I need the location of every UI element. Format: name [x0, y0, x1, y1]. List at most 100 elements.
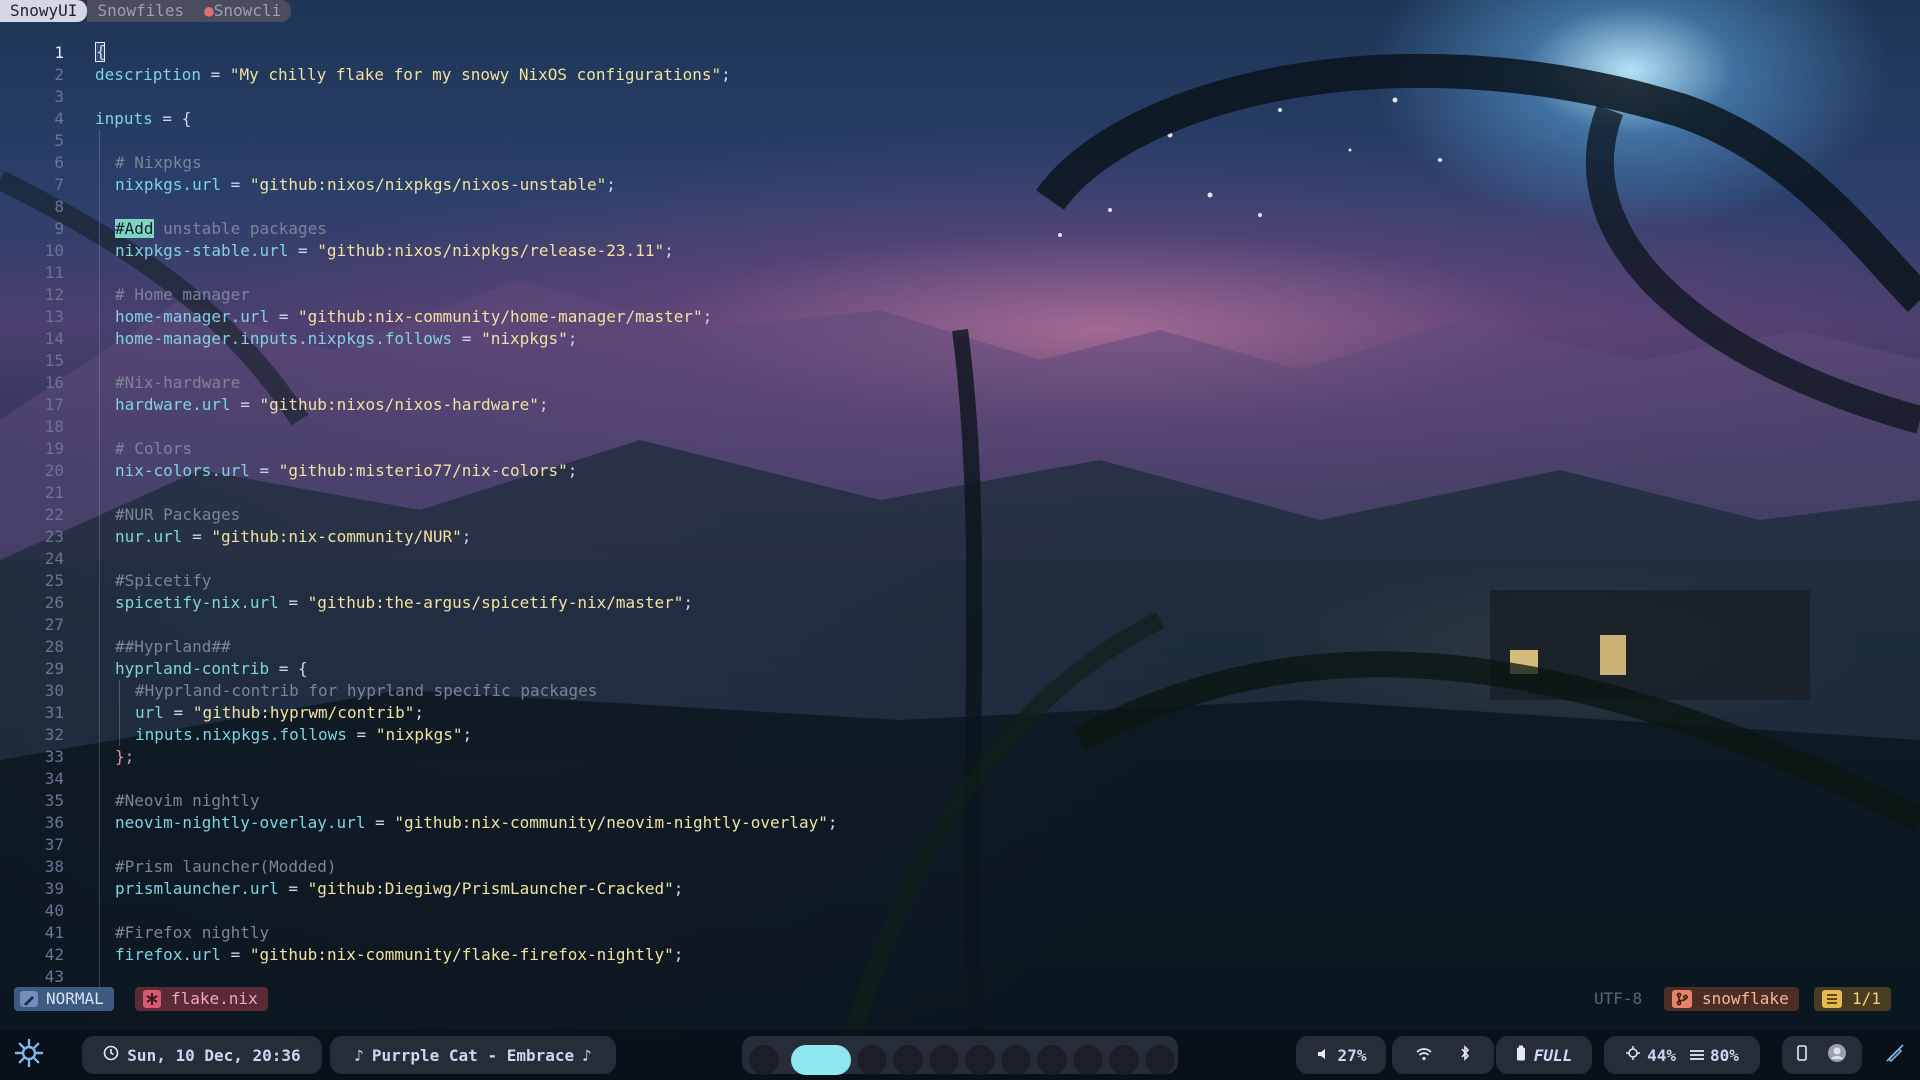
code-line: 12 # Home manager	[0, 284, 1000, 306]
string-value: "My chilly flake for my snowy NixOS conf…	[229, 65, 722, 84]
semicolon: ;	[827, 813, 838, 832]
line-number: 43	[44, 967, 64, 986]
line-number: 5	[54, 131, 64, 150]
search-highlight: #Add	[115, 219, 154, 238]
clock-icon	[103, 1045, 119, 1065]
settings-gear-icon	[14, 1038, 44, 1072]
code-line: 11	[0, 262, 1000, 284]
line-number: 8	[54, 197, 64, 216]
tab-label: Snowfiles	[97, 1, 185, 20]
media-widget[interactable]: ♪ Purrple Cat - Embrace ♪	[330, 1036, 616, 1074]
memory-icon	[1690, 1046, 1704, 1065]
code-line: 41 #Firefox nightly	[0, 922, 1000, 944]
semicolon: ;	[462, 725, 473, 744]
workspace-dot[interactable]	[1145, 1045, 1175, 1075]
workspace-dot[interactable]	[893, 1045, 923, 1075]
phone-icon[interactable]	[1797, 1045, 1807, 1065]
semicolon: ;	[538, 395, 549, 414]
workspace-dot[interactable]	[749, 1045, 779, 1075]
code-line: 40	[0, 900, 1000, 922]
string-value: "github:nixos/nixpkgs/nixos-unstable"	[249, 175, 607, 194]
attr-name: prismlauncher.url	[115, 879, 279, 898]
tab-snowyui[interactable]: SnowyUI	[0, 0, 88, 22]
cpu-stat[interactable]: 44%	[1625, 1045, 1676, 1065]
comment: ##Hyprland##	[115, 637, 231, 656]
git-branch-segment[interactable]: snowflake	[1664, 987, 1799, 1011]
tabline: SnowyUI Snowfiles ●Snowcli	[0, 0, 292, 22]
line-number: 13	[44, 307, 64, 326]
line-number: 41	[44, 923, 64, 942]
datetime-label: Sun, 10 Dec, 20:36	[127, 1045, 301, 1065]
tab-snowcli[interactable]: ●Snowcli	[194, 0, 292, 22]
nix-icon	[143, 990, 161, 1008]
file-name-segment[interactable]: flake.nix	[135, 987, 268, 1011]
semicolon: ;	[702, 307, 713, 326]
line-number: 7	[54, 175, 64, 194]
line-number: 26	[44, 593, 64, 612]
workspace-dot[interactable]	[929, 1045, 959, 1075]
string-value: "nixpkgs"	[375, 725, 463, 744]
code-line: 35 #Neovim nightly	[0, 790, 1000, 812]
memory-usage: 80%	[1710, 1045, 1739, 1065]
line-number: 37	[44, 835, 64, 854]
launcher-button[interactable]	[0, 1036, 58, 1074]
workspace-dot[interactable]	[857, 1045, 887, 1075]
comment: # Nixpkgs	[115, 153, 202, 172]
line-number: 24	[44, 549, 64, 568]
code-editor[interactable]: 1{ 2 description = "My chilly flake for m…	[0, 42, 1000, 988]
comment: #Firefox nightly	[115, 923, 270, 942]
operator: =	[182, 527, 212, 546]
line-number: 10	[44, 241, 64, 260]
workspace-dot[interactable]	[1037, 1045, 1067, 1075]
bluetooth-icon[interactable]	[1460, 1045, 1470, 1065]
wifi-icon[interactable]	[1416, 1046, 1432, 1065]
line-number: 36	[44, 813, 64, 832]
volume-icon	[1316, 1046, 1330, 1065]
clock-widget[interactable]: Sun, 10 Dec, 20:36	[82, 1036, 322, 1074]
volume-level: 27%	[1337, 1045, 1367, 1065]
code-line: 37	[0, 834, 1000, 856]
code-line: 38 #Prism launcher(Modded)	[0, 856, 1000, 878]
code-line: 4 inputs = {	[0, 108, 1000, 130]
battery-status: FULL	[1533, 1045, 1573, 1065]
workspace-dot[interactable]	[1073, 1045, 1103, 1075]
line-number: 17	[44, 395, 64, 414]
semicolon: ;	[414, 703, 425, 722]
attr-name: url	[135, 703, 164, 722]
notification-button[interactable]	[1872, 1036, 1918, 1074]
semicolon: ;	[567, 461, 578, 480]
workspace-dot[interactable]	[1001, 1045, 1031, 1075]
comment: #Hyprland-contrib for hyprland specific …	[135, 681, 598, 700]
attr-name: neovim-nightly-overlay.url	[115, 813, 366, 832]
battery-widget[interactable]: FULL	[1496, 1036, 1592, 1074]
code-line: 42 firefox.url = "github:nix-community/fl…	[0, 944, 1000, 966]
workspace-dot[interactable]	[965, 1045, 995, 1075]
code-line: 10 nixpkgs-stable.url = "github:nixos/nix…	[0, 240, 1000, 262]
line-number: 33	[44, 747, 64, 766]
code-line: 19 # Colors	[0, 438, 1000, 460]
operator: =	[249, 461, 279, 480]
operator: =	[220, 945, 250, 964]
cpu-usage: 44%	[1647, 1045, 1676, 1065]
semicolon: ;	[461, 527, 472, 546]
volume-widget[interactable]: 27%	[1296, 1036, 1386, 1074]
line-number: 30	[44, 681, 64, 700]
comment: # Colors	[115, 439, 193, 458]
attr-name: hardware.url	[115, 395, 231, 414]
tab-snowfiles[interactable]: Snowfiles	[87, 0, 195, 22]
memory-stat[interactable]: 80%	[1690, 1046, 1739, 1065]
modified-dot-icon: ●	[204, 1, 214, 20]
workspace-dot[interactable]	[1109, 1045, 1139, 1075]
line-number: 1	[54, 43, 64, 62]
workspace-active[interactable]	[791, 1045, 851, 1075]
avatar-icon[interactable]	[1827, 1043, 1847, 1067]
attr-name: spicetify-nix.url	[115, 593, 279, 612]
music-note-icon: ♪	[582, 1045, 592, 1065]
operator: =	[288, 241, 318, 260]
code-line: 30 #Hyprland-contrib for hyprland specifi…	[0, 680, 1000, 702]
code-line: 39 prismlauncher.url = "github:Diegiwg/Pr…	[0, 878, 1000, 900]
code-line: 17 hardware.url = "github:nixos/nixos-har…	[0, 394, 1000, 416]
line-number: 14	[44, 329, 64, 348]
code-line: 34	[0, 768, 1000, 790]
string-value: "github:nix-community/home-manager/maste…	[298, 307, 703, 326]
